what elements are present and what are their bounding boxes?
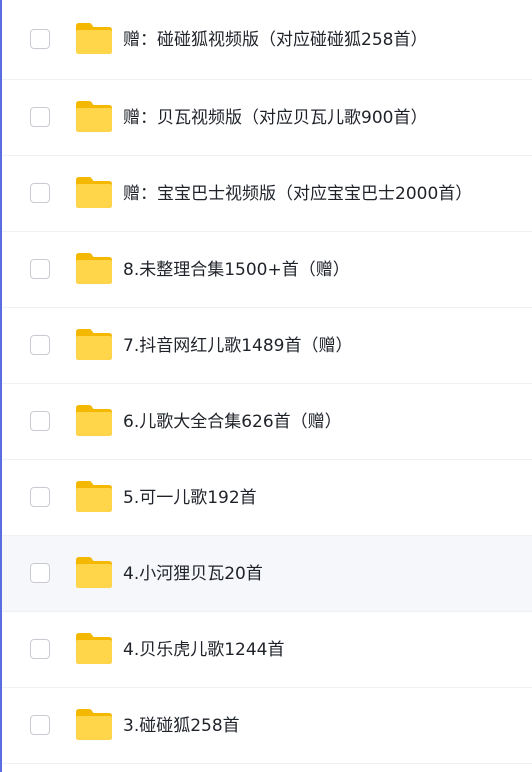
file-name[interactable]: 5.可一儿歌192首 [123, 486, 257, 510]
select-checkbox[interactable] [30, 562, 50, 583]
file-row[interactable]: 7.抖音网红儿歌1489首（赠） [2, 308, 532, 384]
file-row[interactable]: 5.可一儿歌192首 [2, 460, 532, 536]
file-row[interactable]: 赠：贝瓦视频版（对应贝瓦儿歌900首） [2, 80, 532, 156]
folder-icon [76, 708, 112, 740]
file-name[interactable]: 6.儿歌大全合集626首（赠） [123, 410, 342, 434]
select-checkbox[interactable] [30, 28, 50, 49]
file-row[interactable]: 6.儿歌大全合集626首（赠） [2, 384, 532, 460]
folder-icon [76, 556, 112, 588]
folder-icon [76, 252, 112, 284]
file-name[interactable]: 赠：贝瓦视频版（对应贝瓦儿歌900首） [123, 106, 427, 130]
folder-icon [76, 480, 112, 512]
file-row-hovered[interactable]: 4.小河狸贝瓦20首 [2, 536, 532, 612]
select-checkbox[interactable] [30, 486, 50, 507]
file-row[interactable]: 3.碰碰狐258首 [2, 688, 532, 764]
select-checkbox[interactable] [30, 714, 50, 735]
file-name[interactable]: 赠：宝宝巴士视频版（对应宝宝巴士2000首） [123, 182, 472, 206]
file-name[interactable]: 赠：碰碰狐视频版（对应碰碰狐258首） [123, 28, 427, 52]
file-row[interactable]: 4.贝乐虎儿歌1244首 [2, 612, 532, 688]
select-checkbox[interactable] [30, 410, 50, 431]
file-row[interactable]: 赠：碰碰狐视频版（对应碰碰狐258首） [2, 0, 532, 80]
folder-icon [76, 100, 112, 132]
file-name[interactable]: 8.未整理合集1500+首（赠） [123, 258, 350, 282]
folder-icon [76, 632, 112, 664]
select-checkbox[interactable] [30, 182, 50, 203]
file-name[interactable]: 3.碰碰狐258首 [123, 714, 240, 738]
file-name[interactable]: 4.贝乐虎儿歌1244首 [123, 638, 284, 662]
file-row[interactable]: 赠：宝宝巴士视频版（对应宝宝巴士2000首） [2, 156, 532, 232]
file-list: 赠：碰碰狐视频版（对应碰碰狐258首） 赠：贝瓦视频版（对应贝瓦儿歌900首） … [2, 0, 532, 764]
folder-icon [76, 22, 112, 54]
file-name[interactable]: 7.抖音网红儿歌1489首（赠） [123, 334, 352, 358]
folder-icon [76, 328, 112, 360]
file-name[interactable]: 4.小河狸贝瓦20首 [123, 562, 263, 586]
folder-icon [76, 176, 112, 208]
file-row[interactable]: 8.未整理合集1500+首（赠） [2, 232, 532, 308]
select-checkbox[interactable] [30, 106, 50, 127]
select-checkbox[interactable] [30, 258, 50, 279]
select-checkbox[interactable] [30, 638, 50, 659]
select-checkbox[interactable] [30, 334, 50, 355]
folder-icon [76, 404, 112, 436]
